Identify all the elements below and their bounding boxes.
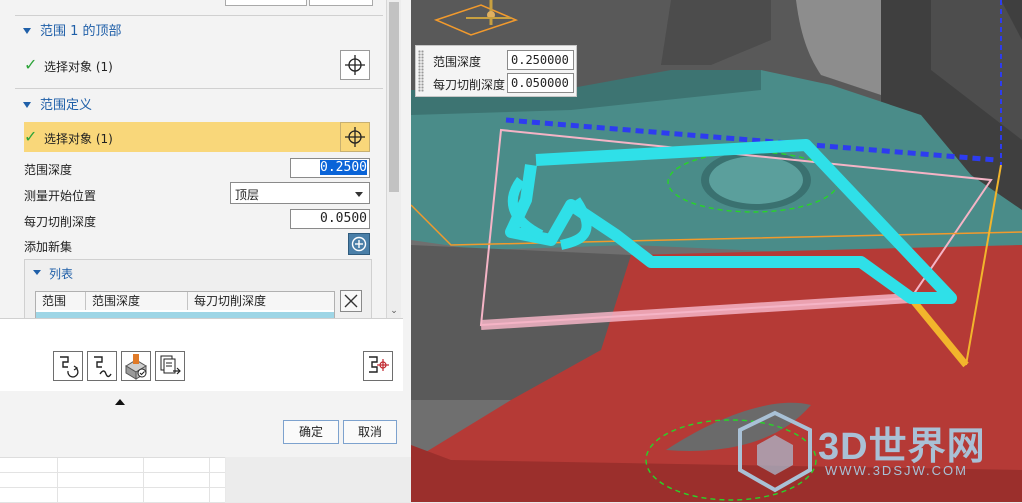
- actions-toolbar: [0, 318, 403, 391]
- collapse-triangle-icon: [23, 102, 31, 108]
- cancel-button[interactable]: 取消: [343, 420, 397, 444]
- select-point-button[interactable]: [340, 50, 370, 80]
- list-button[interactable]: [155, 351, 185, 381]
- divider: [15, 15, 383, 16]
- select-object-label: 选择对象 (1): [44, 60, 113, 74]
- display-range-icon: [369, 356, 389, 373]
- range-depth-label: 范围深度: [24, 163, 73, 177]
- watermark-logo-text: 3D世界网: [818, 426, 986, 468]
- background-grid: [0, 457, 225, 503]
- top-cut-off-button: [309, 0, 373, 6]
- delete-row-button[interactable]: [340, 290, 362, 312]
- add-new-set-button[interactable]: [348, 233, 370, 255]
- measure-start-select[interactable]: 顶层: [230, 182, 370, 204]
- watermark: 3D世界网 WWW.3DSJW.COM: [735, 405, 1022, 502]
- chevron-down-icon: [355, 192, 363, 197]
- list-group: 列表 范围 范围深度 每刀切削深度: [24, 259, 372, 318]
- watermark-url-text: WWW.3DSJW.COM: [825, 463, 968, 478]
- scrollbar-thumb[interactable]: [389, 2, 399, 192]
- select-object-row-range[interactable]: ✓ 选择对象 (1): [24, 122, 370, 152]
- verify-button[interactable]: [121, 351, 151, 381]
- floating-cut-depth-label: 每刀切削深度: [433, 78, 506, 92]
- select-object-row-top[interactable]: ✓ 选择对象 (1): [24, 50, 370, 80]
- list-title: 列表: [49, 267, 74, 281]
- floating-cut-depth-input[interactable]: 0.050000: [507, 73, 574, 93]
- checkmark-icon: ✓: [24, 127, 38, 146]
- collapse-bar[interactable]: [0, 391, 411, 416]
- select-point-button[interactable]: [340, 122, 370, 152]
- measure-start-value: 顶层: [235, 188, 260, 202]
- vertical-scrollbar[interactable]: ⌄: [386, 0, 401, 318]
- crosshair-icon: [345, 127, 365, 147]
- cut-depth-value: 0.0500: [320, 211, 367, 226]
- divider: [15, 88, 383, 89]
- add-new-set-label: 添加新集: [24, 240, 73, 254]
- cut-depth-input[interactable]: 0.0500: [290, 209, 370, 229]
- floating-cut-depth-value: 0.050000: [511, 76, 569, 90]
- list-path-icon: [160, 355, 181, 375]
- floating-range-depth-value: 0.250000: [511, 53, 569, 67]
- checkmark-icon: ✓: [24, 55, 38, 74]
- crosshair-icon: [345, 55, 365, 75]
- column-header-range-depth: 范围深度: [86, 292, 188, 310]
- operation-dialog: 范围 1 的顶部 ✓ 选择对象 (1) 范围定义 ✓ 选择对象 (1) 范围深度…: [0, 0, 412, 457]
- drag-grip-icon[interactable]: [418, 50, 424, 92]
- column-header-cut-depth: 每刀切削深度: [188, 292, 334, 310]
- floating-range-depth-input[interactable]: 0.250000: [507, 50, 574, 70]
- verify-path-icon: [125, 354, 147, 380]
- ok-button[interactable]: 确定: [283, 420, 339, 444]
- top-cut-off-field: [225, 0, 307, 6]
- cut-depth-label: 每刀切削深度: [24, 215, 97, 229]
- select-object-label: 选择对象 (1): [44, 132, 113, 146]
- display-button[interactable]: [363, 351, 393, 381]
- range-list-table[interactable]: 范围 范围深度 每刀切削深度: [35, 291, 335, 318]
- replay-path-icon: [94, 356, 112, 378]
- regenerate-path-icon: [60, 356, 79, 378]
- chevron-up-icon: [115, 399, 125, 405]
- column-header-range: 范围: [36, 292, 86, 310]
- section-range-top-title: 范围 1 的顶部: [40, 24, 122, 39]
- range-depth-value: 0.2500: [320, 160, 367, 175]
- cube-logo-icon: [738, 410, 812, 493]
- measure-start-label: 测量开始位置: [24, 189, 97, 203]
- background-area: [226, 457, 411, 502]
- range-depth-input[interactable]: 0.2500: [290, 158, 370, 178]
- close-icon: [344, 294, 358, 308]
- collapse-triangle-icon: [23, 28, 31, 34]
- replay-button[interactable]: [87, 351, 117, 381]
- plus-circle-icon: [351, 236, 367, 252]
- dialog-scroll-area: 范围 1 的顶部 ✓ 选择对象 (1) 范围定义 ✓ 选择对象 (1) 范围深度…: [0, 0, 385, 318]
- scroll-down-icon[interactable]: ⌄: [389, 306, 399, 316]
- floating-depth-panel: 范围深度 0.250000 每刀切削深度 0.050000: [415, 45, 577, 97]
- section-range-define-title: 范围定义: [40, 98, 93, 113]
- collapse-triangle-icon: [33, 270, 41, 275]
- floating-range-depth-label: 范围深度: [433, 55, 482, 69]
- generate-button[interactable]: [53, 351, 83, 381]
